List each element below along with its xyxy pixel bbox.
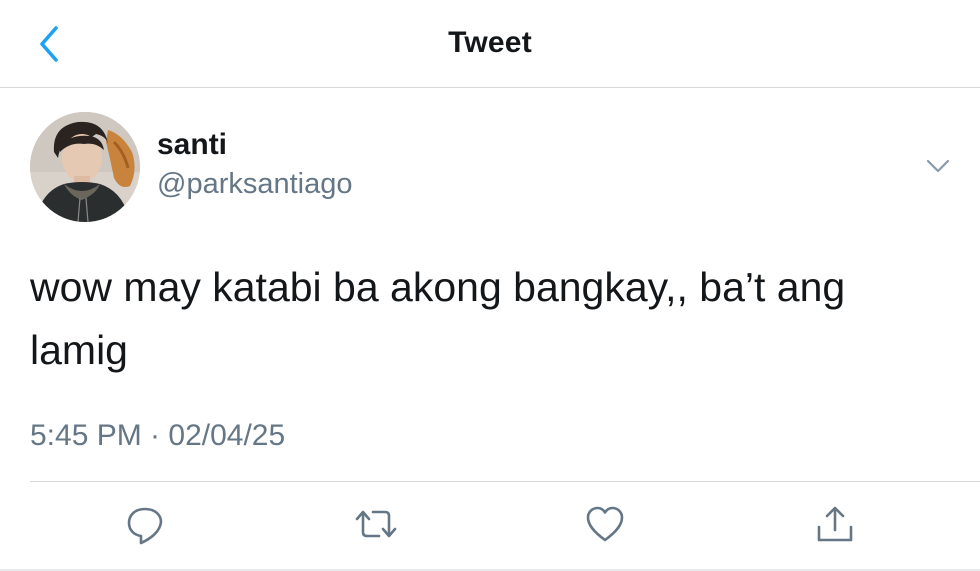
share-icon (817, 506, 853, 542)
page-title: Tweet (448, 26, 532, 59)
user-handle[interactable]: @parksantiago (157, 168, 353, 201)
reply-button[interactable] (124, 503, 166, 545)
tweet-timestamp[interactable]: 5:45 PM · 02/04/25 (30, 419, 285, 453)
retweet-icon (355, 510, 397, 538)
chevron-down-icon (926, 159, 950, 173)
display-name[interactable]: santi (157, 128, 227, 162)
tweet-detail-screen: Tweet santi @parksantiago wow may katabi… (0, 0, 980, 571)
divider (30, 481, 980, 482)
tweet-text: wow may katabi ba akong bangkay,, ba’t a… (30, 264, 846, 373)
more-options-button[interactable] (922, 152, 954, 180)
nav-bar: Tweet (0, 0, 980, 88)
retweet-button[interactable] (354, 503, 397, 545)
share-button[interactable] (814, 503, 856, 545)
avatar[interactable] (30, 112, 140, 222)
reply-icon (127, 507, 163, 545)
like-button[interactable] (584, 503, 626, 545)
like-icon (586, 506, 624, 542)
